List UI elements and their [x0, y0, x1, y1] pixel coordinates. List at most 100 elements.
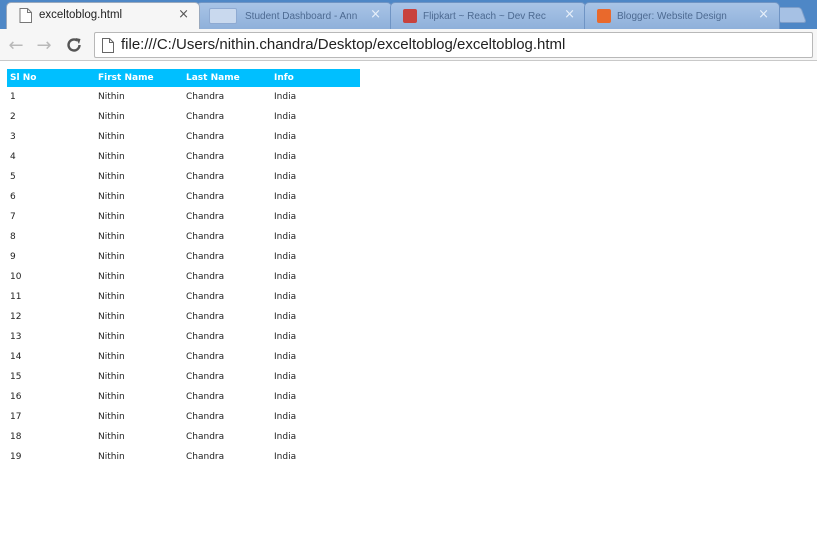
cell-sl-no: 9 [10, 252, 16, 262]
table-body: 1 Nithin Chandra India 2 Nithin Chandra India 3 N… [7, 87, 360, 467]
cell-first-name: Nithin [98, 452, 125, 462]
cell-sl-no: 5 [10, 172, 16, 182]
red-square-icon [403, 9, 417, 23]
cell-last-name: Chandra [186, 172, 225, 182]
tab-student-dashboard[interactable]: Student Dashboard - Ann × [196, 2, 392, 29]
tab-blogger[interactable]: Blogger: Website Design × [584, 2, 780, 29]
cell-sl-no: 19 [10, 452, 22, 462]
cell-last-name: Chandra [186, 152, 225, 162]
cell-info: India [274, 152, 297, 162]
table-row: 10 Nithin Chandra India [7, 267, 360, 287]
cell-first-name: Nithin [98, 432, 125, 442]
cell-first-name: Nithin [98, 172, 125, 182]
table-row: 5 Nithin Chandra India [7, 167, 360, 187]
browser-toolbar: ← → file:///C:/Users/nithin.chandra/Desk… [0, 29, 817, 61]
cell-sl-no: 7 [10, 212, 16, 222]
table-row: 3 Nithin Chandra India [7, 127, 360, 147]
cell-sl-no: 11 [10, 292, 22, 302]
cell-last-name: Chandra [186, 252, 225, 262]
table-row: 4 Nithin Chandra India [7, 147, 360, 167]
table-row: 14 Nithin Chandra India [7, 347, 360, 367]
column-header-last-name: Last Name [183, 69, 271, 87]
table-row: 6 Nithin Chandra India [7, 187, 360, 207]
tab-title: Flipkart ~ Reach ~ Dev Rec [423, 11, 546, 22]
page-icon [102, 38, 114, 53]
column-header-sl-no: Sl No [7, 69, 95, 87]
cell-info: India [274, 292, 297, 302]
cell-info: India [274, 92, 297, 102]
cell-info: India [274, 112, 297, 122]
table-row: 19 Nithin Chandra India [7, 447, 360, 467]
table-row: 16 Nithin Chandra India [7, 387, 360, 407]
cell-last-name: Chandra [186, 392, 225, 402]
cell-first-name: Nithin [98, 332, 125, 342]
cell-first-name: Nithin [98, 272, 125, 282]
cell-first-name: Nithin [98, 112, 125, 122]
tab-exceltoblog[interactable]: exceltoblog.html × [6, 2, 200, 29]
tab-title: Blogger: Website Design [617, 11, 727, 22]
cell-first-name: Nithin [98, 292, 125, 302]
cell-last-name: Chandra [186, 452, 225, 462]
cell-sl-no: 6 [10, 192, 16, 202]
tab-close-icon[interactable]: × [758, 7, 769, 23]
cell-sl-no: 2 [10, 112, 16, 122]
cell-info: India [274, 272, 297, 282]
cell-last-name: Chandra [186, 352, 225, 362]
cell-first-name: Nithin [98, 132, 125, 142]
cell-info: India [274, 192, 297, 202]
address-bar[interactable]: file:///C:/Users/nithin.chandra/Desktop/… [94, 32, 813, 58]
cell-sl-no: 14 [10, 352, 22, 362]
cell-first-name: Nithin [98, 192, 125, 202]
table-row: 7 Nithin Chandra India [7, 207, 360, 227]
cell-info: India [274, 412, 297, 422]
reload-icon[interactable] [62, 33, 86, 57]
cell-first-name: Nithin [98, 152, 125, 162]
cell-sl-no: 17 [10, 412, 22, 422]
tab-close-icon[interactable]: × [564, 7, 575, 23]
forward-arrow-icon[interactable]: → [32, 33, 56, 57]
cell-first-name: Nithin [98, 92, 125, 102]
table-row: 8 Nithin Chandra India [7, 227, 360, 247]
cell-first-name: Nithin [98, 392, 125, 402]
cell-first-name: Nithin [98, 352, 125, 362]
cell-last-name: Chandra [186, 372, 225, 382]
tab-title: Student Dashboard - Ann [245, 11, 358, 22]
cell-info: India [274, 332, 297, 342]
cell-first-name: Nithin [98, 372, 125, 382]
cell-last-name: Chandra [186, 192, 225, 202]
cell-last-name: Chandra [186, 272, 225, 282]
blank-page-icon [209, 8, 237, 24]
cell-sl-no: 10 [10, 272, 22, 282]
cell-first-name: Nithin [98, 412, 125, 422]
back-arrow-icon[interactable]: ← [4, 33, 28, 57]
cell-sl-no: 13 [10, 332, 22, 342]
tab-flipkart[interactable]: Flipkart ~ Reach ~ Dev Rec × [390, 2, 586, 29]
cell-info: India [274, 132, 297, 142]
tab-close-icon[interactable]: × [178, 7, 189, 23]
cell-sl-no: 12 [10, 312, 22, 322]
column-header-first-name: First Name [95, 69, 183, 87]
cell-sl-no: 8 [10, 232, 16, 242]
cell-last-name: Chandra [186, 112, 225, 122]
cell-info: India [274, 452, 297, 462]
cell-first-name: Nithin [98, 212, 125, 222]
cell-info: India [274, 172, 297, 182]
cell-last-name: Chandra [186, 232, 225, 242]
table-row: 17 Nithin Chandra India [7, 407, 360, 427]
data-table: Sl No First Name Last Name Info 1 Nithin C… [7, 69, 360, 467]
cell-sl-no: 4 [10, 152, 16, 162]
blogger-icon [597, 9, 611, 23]
cell-sl-no: 18 [10, 432, 22, 442]
cell-sl-no: 16 [10, 392, 22, 402]
cell-last-name: Chandra [186, 332, 225, 342]
tab-close-icon[interactable]: × [370, 7, 381, 23]
cell-last-name: Chandra [186, 132, 225, 142]
table-row: 9 Nithin Chandra India [7, 247, 360, 267]
url-text: file:///C:/Users/nithin.chandra/Desktop/… [121, 36, 566, 53]
table-row: 11 Nithin Chandra India [7, 287, 360, 307]
reload-glyph [67, 38, 81, 52]
cell-last-name: Chandra [186, 412, 225, 422]
page-content: Sl No First Name Last Name Info 1 Nithin C… [0, 62, 817, 539]
cell-info: India [274, 252, 297, 262]
table-row: 12 Nithin Chandra India [7, 307, 360, 327]
